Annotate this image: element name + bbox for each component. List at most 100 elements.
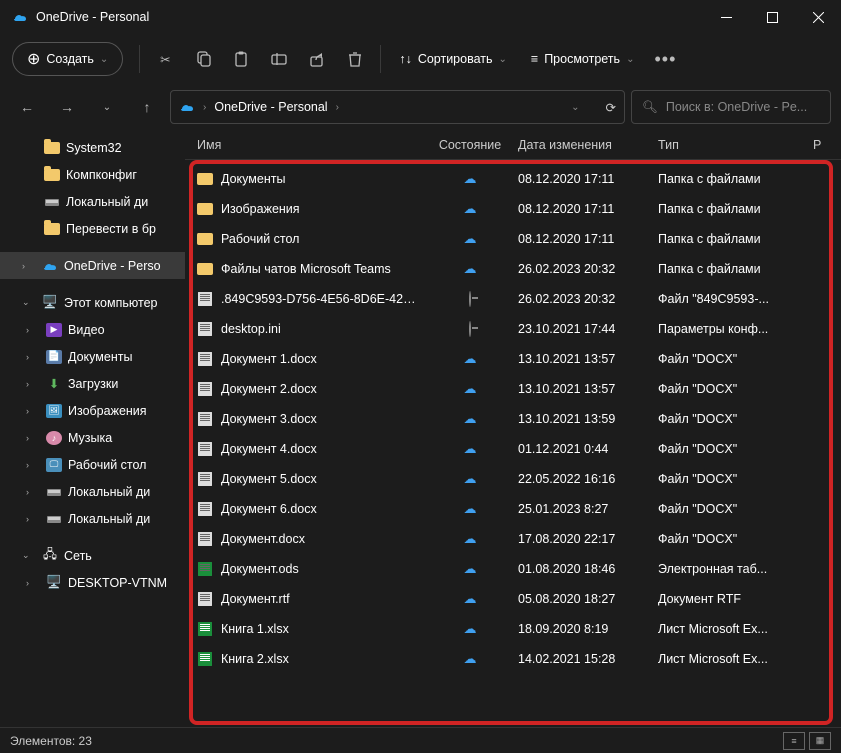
file-state: ☁ <box>430 591 510 607</box>
file-name: Документ.ods <box>221 562 299 576</box>
maximize-button[interactable] <box>749 0 795 34</box>
file-row[interactable]: Документ 6.docx☁25.01.2023 8:27Файл "DOC… <box>185 494 841 524</box>
details-view-button[interactable]: ≡ <box>783 732 805 750</box>
file-row[interactable]: Документ 5.docx☁22.05.2022 16:16Файл "DO… <box>185 464 841 494</box>
share-icon[interactable] <box>300 42 334 76</box>
sidebar-item[interactable]: ›🖵Рабочий стол <box>0 451 185 478</box>
sidebar-item[interactable]: ⌄🖧Сеть <box>0 542 185 569</box>
sidebar-item[interactable]: ›Локальный ди <box>0 478 185 505</box>
file-type: Файл "DOCX" <box>650 502 805 516</box>
file-name: Документ 1.docx <box>221 352 317 366</box>
rename-icon[interactable] <box>262 42 296 76</box>
sidebar-item[interactable]: Локальный ди <box>0 188 185 215</box>
file-type: Папка с файлами <box>650 172 805 186</box>
file-name: .849C9593-D756-4E56-8D6E-42412F2A707B <box>221 292 422 306</box>
file-date: 08.12.2020 17:11 <box>510 202 650 216</box>
file-state: ☁ <box>430 651 510 667</box>
close-button[interactable] <box>795 0 841 34</box>
view-button[interactable]: ≡ Просмотреть ⌄ <box>521 42 645 76</box>
create-button[interactable]: ⊕ Создать ⌄ <box>12 42 123 76</box>
sidebar-item[interactable]: ›🖥️DESKTOP-VTNM <box>0 569 185 596</box>
sidebar-item[interactable]: ›♪Музыка <box>0 424 185 451</box>
file-row[interactable]: Файлы чатов Microsoft Teams☁26.02.2023 2… <box>185 254 841 284</box>
file-state: ☁ <box>430 231 510 247</box>
address-bar[interactable]: › OneDrive - Personal › ⌄ ⟳ <box>170 90 625 124</box>
file-row[interactable]: Книга 1.xlsx☁18.09.2020 8:19Лист Microso… <box>185 614 841 644</box>
file-row[interactable]: Рабочий стол☁08.12.2020 17:11Папка с фай… <box>185 224 841 254</box>
sidebar-item[interactable]: ›⬇Загрузки <box>0 370 185 397</box>
sort-button[interactable]: ↑↓ Сортировать ⌄ <box>389 42 517 76</box>
paste-icon[interactable] <box>224 42 258 76</box>
refresh-icon[interactable]: ⟳ <box>606 100 616 115</box>
file-state: ☁ <box>430 561 510 577</box>
file-row[interactable]: Документ.docx☁17.08.2020 22:17Файл "DOCX… <box>185 524 841 554</box>
breadcrumb-item[interactable]: OneDrive - Personal <box>214 100 327 114</box>
sidebar-item[interactable]: System32 <box>0 134 185 161</box>
file-type: Файл "DOCX" <box>650 412 805 426</box>
file-row[interactable]: Книга 2.xlsx☁14.02.2021 15:28Лист Micros… <box>185 644 841 674</box>
navbar: ← → ⌄ ↑ › OneDrive - Personal › ⌄ ⟳ 🔍︎ П… <box>0 84 841 130</box>
file-row[interactable]: Документ 3.docx☁13.10.2021 13:59Файл "DO… <box>185 404 841 434</box>
more-button[interactable]: ••• <box>648 42 682 76</box>
icons-view-button[interactable]: ▦ <box>809 732 831 750</box>
col-type[interactable]: Тип <box>650 138 805 152</box>
sidebar-item[interactable]: ›OneDrive - Persо <box>0 252 185 279</box>
file-date: 22.05.2022 16:16 <box>510 472 650 486</box>
file-name: Книга 1.xlsx <box>221 622 289 636</box>
file-row[interactable]: Документы☁08.12.2020 17:11Папка с файлам… <box>185 164 841 194</box>
sidebar-item[interactable]: ›Локальный ди <box>0 505 185 532</box>
file-name: Изображения <box>221 202 300 216</box>
sidebar-item[interactable]: Компконфиг <box>0 161 185 188</box>
sidebar-item[interactable]: Перевести в бр <box>0 215 185 242</box>
file-date: 01.12.2021 0:44 <box>510 442 650 456</box>
file-date: 13.10.2021 13:59 <box>510 412 650 426</box>
copy-icon[interactable] <box>186 42 220 76</box>
file-date: 14.02.2021 15:28 <box>510 652 650 666</box>
file-type: Папка с файлами <box>650 262 805 276</box>
plus-icon: ⊕ <box>27 49 40 69</box>
file-row[interactable]: .849C9593-D756-4E56-8D6E-42412F2A707B26.… <box>185 284 841 314</box>
sidebar-item[interactable]: ›📄Документы <box>0 343 185 370</box>
file-row[interactable]: Документ 2.docx☁13.10.2021 13:57Файл "DO… <box>185 374 841 404</box>
file-type: Лист Microsoft Ex... <box>650 622 805 636</box>
file-state: ☁ <box>430 531 510 547</box>
up-button[interactable]: ↑ <box>130 90 164 124</box>
col-date[interactable]: Дата изменения <box>510 138 650 152</box>
file-row[interactable]: Изображения☁08.12.2020 17:11Папка с файл… <box>185 194 841 224</box>
col-name[interactable]: Имя <box>185 138 430 152</box>
chevron-down-icon: ⌄ <box>100 54 108 65</box>
file-row[interactable]: desktop.ini23.10.2021 17:44Параметры кон… <box>185 314 841 344</box>
minimize-button[interactable] <box>703 0 749 34</box>
sidebar-item[interactable]: ›🖼Изображения <box>0 397 185 424</box>
file-type: Файл "DOCX" <box>650 442 805 456</box>
file-date: 13.10.2021 13:57 <box>510 352 650 366</box>
forward-button[interactable]: → <box>50 90 84 124</box>
search-icon: 🔍︎ <box>642 100 658 115</box>
history-button[interactable]: ⌄ <box>90 90 124 124</box>
back-button[interactable]: ← <box>10 90 44 124</box>
file-row[interactable]: Документ 4.docx☁01.12.2021 0:44Файл "DOC… <box>185 434 841 464</box>
file-type: Папка с файлами <box>650 232 805 246</box>
file-name: desktop.ini <box>221 322 281 336</box>
chevron-down-icon[interactable]: ⌄ <box>571 102 579 113</box>
col-state[interactable]: Состояние <box>430 138 510 152</box>
sidebar-item[interactable]: ⌄🖥️Этот компьютер <box>0 289 185 316</box>
file-type: Файл "DOCX" <box>650 532 805 546</box>
cut-icon[interactable]: ✂ <box>148 42 182 76</box>
file-state <box>430 322 510 336</box>
file-type: Файл "DOCX" <box>650 472 805 486</box>
file-name: Документ 4.docx <box>221 442 317 456</box>
search-input[interactable]: 🔍︎ Поиск в: OneDrive - Pe... <box>631 90 831 124</box>
sidebar-item[interactable]: ›▶Видео <box>0 316 185 343</box>
col-size[interactable]: Р <box>805 138 829 152</box>
file-row[interactable]: Документ.ods☁01.08.2020 18:46Электронная… <box>185 554 841 584</box>
statusbar: Элементов: 23 ≡ ▦ <box>0 727 841 753</box>
file-type: Документ RTF <box>650 592 805 606</box>
file-type: Файл "DOCX" <box>650 352 805 366</box>
file-list: Документы☁08.12.2020 17:11Папка с файлам… <box>185 160 841 678</box>
file-row[interactable]: Документ 1.docx☁13.10.2021 13:57Файл "DO… <box>185 344 841 374</box>
file-date: 13.10.2021 13:57 <box>510 382 650 396</box>
file-type: Лист Microsoft Ex... <box>650 652 805 666</box>
file-row[interactable]: Документ.rtf☁05.08.2020 18:27Документ RT… <box>185 584 841 614</box>
delete-icon[interactable] <box>338 42 372 76</box>
